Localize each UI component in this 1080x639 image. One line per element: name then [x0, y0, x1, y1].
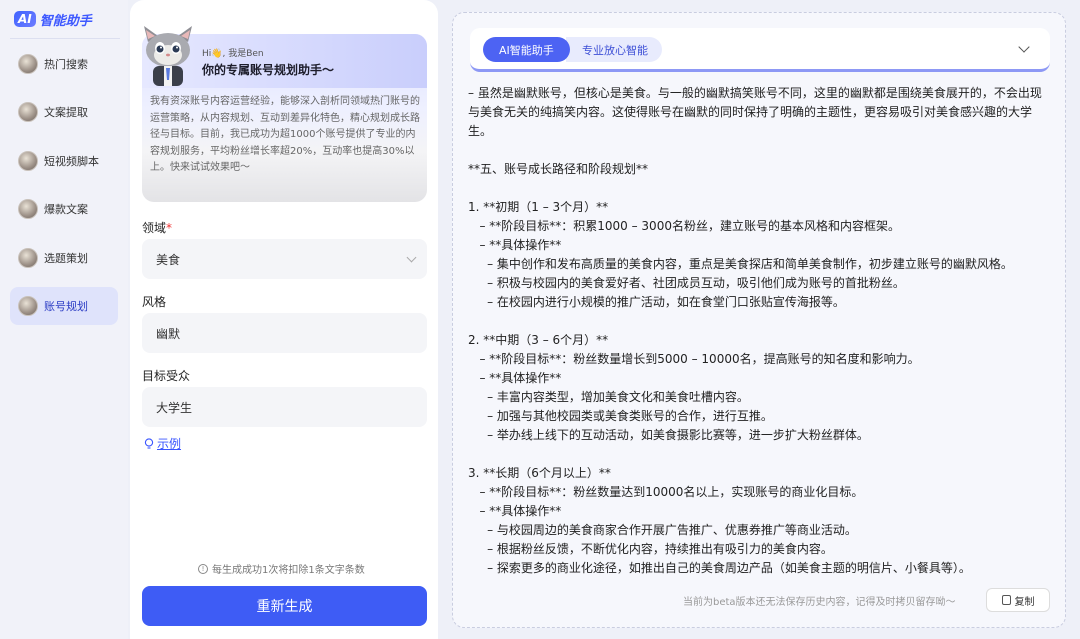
- beta-notice: 当前为beta版本还无法保存历史内容，记得及时拷贝留存呦～: [683, 597, 956, 608]
- required-mark: *: [166, 221, 173, 235]
- content-line: – 集中创作和发布高质量的美食内容，重点是美食探店和简单美食制作，初步建立账号的…: [468, 257, 1013, 271]
- copy-button[interactable]: 复制: [986, 588, 1050, 612]
- assistant-title: 你的专属账号规划助手～: [202, 63, 335, 77]
- content-line: [468, 179, 1053, 198]
- cat-avatar-icon: [18, 199, 38, 219]
- content-line: – 在校园内进行小规模的推广活动，如在食堂门口张贴宣传海报等。: [468, 295, 845, 309]
- tab-ai-assistant[interactable]: AI智能助手: [483, 37, 570, 62]
- cat-mascot-icon: [144, 26, 192, 86]
- audience-label: 目标受众: [142, 369, 191, 383]
- sidebar-nav: AI 智能助手 热门搜索 文案提取 短视频脚本 爆款文案 选题策划 账号规划: [0, 0, 128, 639]
- regenerate-button[interactable]: 重新生成: [142, 586, 427, 626]
- content-line: [468, 312, 1053, 331]
- sidebar-item-label: 热门搜索: [44, 58, 88, 71]
- sidebar-item-label: 爆款文案: [44, 203, 88, 216]
- content-line: – **具体操作**: [468, 238, 562, 252]
- sidebar-item-hot-search[interactable]: 热门搜索: [10, 45, 118, 83]
- content-line: – 探索更多的商业化途径，如推出自己的美食周边产品（如美食主题的明信片、小餐具等…: [468, 561, 971, 575]
- sidebar-item-copy-extract[interactable]: 文案提取: [10, 93, 118, 131]
- logo-text: 智能助手: [39, 13, 92, 29]
- style-label: 风格: [142, 295, 167, 309]
- cat-avatar-icon: [18, 248, 38, 268]
- info-icon: !: [198, 563, 208, 574]
- example-link-text: 示例: [157, 437, 182, 451]
- content-line: – 积极与校园内的美食爱好者、社团成员互动，吸引他们成为账号的首批粉丝。: [468, 276, 905, 290]
- example-link[interactable]: 示例: [144, 435, 181, 452]
- cat-avatar-icon: [18, 102, 38, 122]
- content-line: 2. **中期（3 – 6个月）**: [468, 333, 609, 347]
- assistant-description: 我有资深账号内容运营经验，能够深入剖析同领域热门账号的运营策略，从内容规划、互动…: [150, 96, 420, 173]
- domain-label: 领域*: [142, 221, 173, 235]
- content-line: **五、账号成长路径和阶段规划**: [468, 162, 649, 176]
- generated-content: – 虽然是幽默账号，但核心是美食。与一般的幽默搞笑账号不同，这里的幽默都是围绕美…: [468, 84, 1053, 579]
- domain-value: 美食: [156, 253, 181, 267]
- content-line: 3. **长期（6个月以上）**: [468, 466, 611, 480]
- content-line: [468, 141, 1053, 160]
- app-logo: AI 智能助手: [14, 8, 92, 30]
- content-line: – 虽然是幽默账号，但核心是美食。与一般的幽默搞笑账号不同，这里的幽默都是围绕美…: [468, 86, 1042, 138]
- content-line: – 丰富内容类型，增加美食文化和美食吐槽内容。: [468, 390, 749, 404]
- content-line: – 举办线上线下的互动活动，如美食摄影比赛等，进一步扩大粉丝群体。: [468, 428, 869, 442]
- content-line: – 根据粉丝反馈，不断优化内容，持续推出有吸引力的美食内容。: [468, 542, 833, 556]
- content-line: 1. **初期（1 – 3个月）**: [468, 200, 609, 214]
- tab-professional[interactable]: 专业放心智能: [566, 37, 662, 62]
- greeting-text: Hi👋, 我是Ben: [202, 49, 264, 59]
- cat-avatar-icon: [18, 54, 38, 74]
- copy-button-label: 复制: [1014, 596, 1035, 608]
- content-line: [468, 445, 1053, 464]
- cat-avatar-icon: [18, 151, 38, 171]
- content-line: – **阶段目标**：粉丝数量达到10000名以上，实现账号的商业化目标。: [468, 485, 864, 499]
- content-line: – **阶段目标**：积累1000 – 3000名粉丝，建立账号的基本风格和内容…: [468, 219, 900, 233]
- content-line: – **具体操作**: [468, 371, 562, 385]
- audience-input[interactable]: 大学生: [142, 387, 427, 427]
- sidebar-item-label: 选题策划: [44, 252, 88, 265]
- content-line: – **阶段目标**：粉丝数量增长到5000 – 10000名，提高账号的知名度…: [468, 352, 920, 366]
- sidebar-item-label: 短视频脚本: [44, 155, 99, 168]
- content-line: – 与校园周边的美食商家合作开展广告推广、优惠券推广等商业活动。: [468, 523, 857, 537]
- lightbulb-icon: [144, 437, 154, 449]
- cat-avatar-icon: [18, 296, 38, 316]
- style-input[interactable]: 幽默: [142, 313, 427, 353]
- content-line: – **具体操作**: [468, 504, 562, 518]
- chevron-down-icon: [406, 252, 417, 263]
- generation-note: ! 每生成成功1次将扣除1条文字条数: [198, 561, 365, 576]
- copy-icon: [1001, 595, 1011, 605]
- sidebar-item-account-planning[interactable]: 账号规划: [10, 287, 118, 325]
- audience-value: 大学生: [156, 401, 193, 415]
- domain-select[interactable]: 美食: [142, 239, 427, 279]
- sidebar-item-viral-copy[interactable]: 爆款文案: [10, 190, 118, 228]
- sidebar-item-label: 账号规划: [44, 300, 88, 313]
- content-line: – 加强与其他校园类或美食类账号的合作，进行互推。: [468, 409, 773, 423]
- sidebar-item-topic-planning[interactable]: 选题策划: [10, 239, 118, 277]
- style-value: 幽默: [156, 327, 181, 341]
- divider: [10, 38, 120, 39]
- sidebar-item-label: 文案提取: [44, 106, 88, 119]
- sidebar-item-video-script[interactable]: 短视频脚本: [10, 142, 118, 180]
- logo-badge: AI: [14, 11, 36, 27]
